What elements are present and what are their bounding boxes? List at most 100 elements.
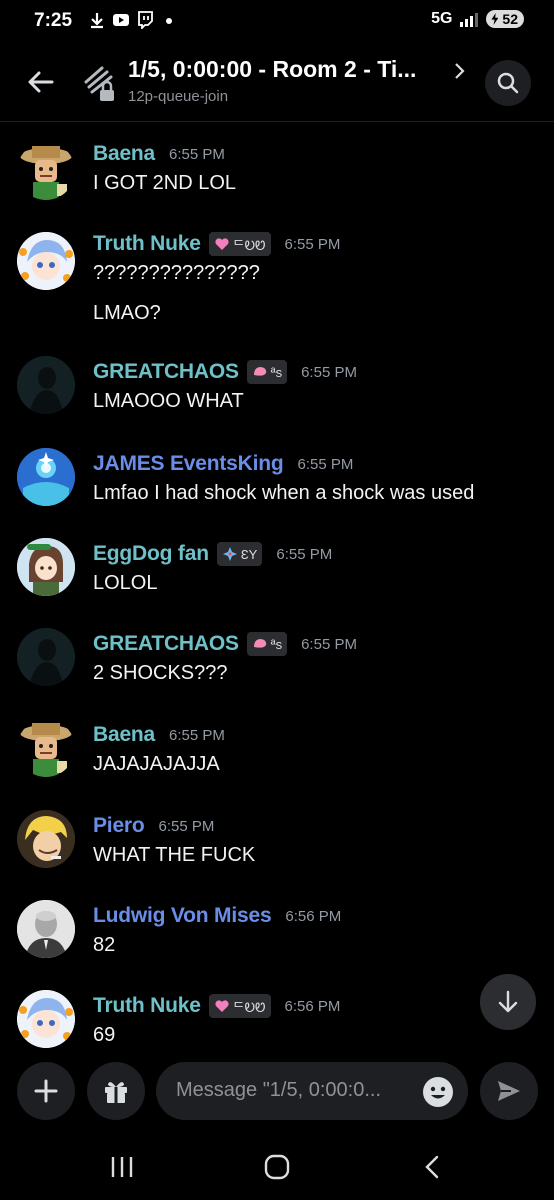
timestamp: 6:55 PM — [301, 635, 357, 653]
server-tag-label: ªs — [270, 364, 283, 380]
message-item[interactable]: Baena 6:55 PM JAJAJAJAJJA — [0, 719, 554, 795]
avatar[interactable] — [17, 810, 75, 868]
server-tag-label: ªs — [270, 636, 283, 652]
avatar[interactable] — [17, 448, 75, 506]
message-item[interactable]: JAMES EventsKing 6:55 PM Lmfao I had sho… — [0, 448, 554, 524]
message-text: LOLOL — [93, 572, 158, 594]
username[interactable]: Truth Nuke — [93, 232, 201, 256]
username[interactable]: Truth Nuke — [93, 994, 201, 1018]
username[interactable]: GREATCHAOS — [93, 360, 239, 384]
youtube-icon — [113, 14, 129, 26]
recents-icon — [111, 1157, 133, 1177]
message-input-placeholder: Message "1/5, 0:00:0... — [176, 1079, 381, 1101]
message-header: Baena 6:55 PM — [93, 721, 225, 749]
status-time: 7:25 — [34, 10, 73, 31]
username[interactable]: Baena — [93, 142, 155, 166]
jump-to-bottom-button[interactable] — [480, 974, 536, 1030]
message-header: Baena 6:55 PM — [93, 140, 225, 168]
anime-blonde-avatar-icon — [17, 810, 75, 868]
timestamp: 6:55 PM — [276, 545, 333, 563]
emoji-icon[interactable] — [422, 1076, 454, 1108]
status-bar: 7:25 5G 52 — [0, 0, 554, 44]
anime-girl-avatar-icon — [17, 538, 75, 596]
message-item[interactable]: GREATCHAOS ªs 6:55 PM 2 SHOCKS??? — [0, 628, 554, 704]
anime-dragonball-avatar-icon — [17, 990, 75, 1048]
username[interactable]: JAMES EventsKing — [93, 452, 284, 476]
username[interactable]: Ludwig Von Mises — [93, 904, 272, 928]
notification-icons — [88, 11, 178, 29]
message-header: Ludwig Von Mises 6:56 PM — [93, 902, 341, 930]
message-item[interactable]: Truth Nuke ᄃᎧᏬ 6:56 PM 69 — [0, 990, 554, 1050]
message-item[interactable]: Piero 6:55 PM WHAT THE FUCK — [0, 810, 554, 886]
message-item[interactable]: EggDog fan ƐY 6:55 PM LOLOL — [0, 538, 554, 614]
gift-button[interactable] — [87, 1062, 145, 1120]
twitch-icon — [138, 11, 153, 29]
arrow-down-icon — [498, 990, 518, 1013]
message-text: I GOT 2ND LOL — [93, 172, 237, 194]
message-text: 82 — [93, 934, 116, 956]
dark-silhouette-avatar-icon — [17, 356, 75, 414]
timestamp: 6:56 PM — [285, 907, 342, 925]
server-tag[interactable]: ªs — [246, 360, 288, 384]
timestamp: 6:55 PM — [301, 363, 357, 381]
search-button[interactable] — [485, 60, 531, 106]
message-header: GREATCHAOS ªs 6:55 PM — [93, 358, 357, 386]
avatar[interactable] — [17, 990, 75, 1048]
recent-apps-button[interactable] — [102, 1152, 142, 1182]
add-attachment-button[interactable] — [17, 1062, 75, 1120]
timestamp: 6:55 PM — [169, 726, 225, 744]
message-header: Piero 6:55 PM — [93, 812, 214, 840]
dot-icon — [166, 18, 172, 24]
home-button[interactable] — [257, 1152, 297, 1182]
message-item[interactable]: Truth Nuke ᄃᎧᏬ 6:55 PM ??????????????? L… — [0, 230, 554, 330]
pink-heart-icon — [215, 238, 229, 250]
back-arrow-icon[interactable] — [20, 62, 60, 102]
message-item[interactable]: Baena 6:55 PM I GOT 2ND LOL — [0, 140, 554, 214]
dark-silhouette-avatar-icon — [17, 628, 75, 686]
username[interactable]: Baena — [93, 723, 155, 747]
message-item[interactable]: GREATCHAOS ªs 6:55 PM LMAOOO WHAT — [0, 356, 554, 432]
pink-shell-icon — [253, 367, 266, 376]
download-icon — [91, 13, 103, 29]
channel-subtitle[interactable]: 12p-queue-join — [128, 88, 228, 105]
message-list[interactable]: Baena 6:55 PM I GOT 2ND LOL Truth Nuke ᄃ… — [0, 122, 554, 1050]
home-icon — [264, 1154, 290, 1180]
network-label: 5G — [431, 10, 453, 27]
old-man-photo-avatar-icon — [17, 900, 75, 958]
send-button[interactable] — [480, 1062, 538, 1120]
avatar[interactable] — [17, 538, 75, 596]
avatar[interactable] — [17, 232, 75, 290]
message-composer: Message "1/5, 0:00:0... — [0, 1050, 554, 1134]
channel-title[interactable]: 1/5, 0:00:00 - Room 2 - Ti... — [128, 56, 416, 83]
message-header: Truth Nuke ᄃᎧᏬ 6:56 PM — [93, 992, 340, 1020]
avatar[interactable] — [17, 142, 75, 200]
server-tag[interactable]: ªs — [246, 632, 288, 656]
username[interactable]: GREATCHAOS — [93, 632, 239, 656]
avatar[interactable] — [17, 900, 75, 958]
server-tag[interactable]: ᄃᎧᏬ — [208, 994, 271, 1018]
timestamp: 6:55 PM — [158, 817, 215, 835]
status-right: 5G 52 — [431, 10, 524, 28]
avatar[interactable] — [17, 356, 75, 414]
username[interactable]: EggDog fan — [93, 542, 209, 566]
chevron-right-icon[interactable] — [452, 60, 468, 82]
system-back-button[interactable] — [412, 1152, 452, 1182]
message-header: Truth Nuke ᄃᎧᏬ 6:55 PM — [93, 230, 340, 258]
message-header: GREATCHAOS ªs 6:55 PM — [93, 630, 357, 658]
blue-sparkle-avatar-icon — [17, 448, 75, 506]
anime-dragonball-avatar-icon — [17, 232, 75, 290]
message-input[interactable]: Message "1/5, 0:00:0... — [156, 1062, 468, 1120]
message-text: 2 SHOCKS??? — [93, 662, 228, 684]
message-text: LMAOOO WHAT — [93, 390, 244, 412]
signal-icon — [460, 13, 479, 27]
message-item[interactable]: Ludwig Von Mises 6:56 PM 82 — [0, 900, 554, 976]
username[interactable]: Piero — [93, 814, 145, 838]
timestamp: 6:55 PM — [284, 235, 341, 253]
battery-indicator: 52 — [486, 10, 524, 28]
search-icon — [497, 72, 519, 94]
avatar[interactable] — [17, 628, 75, 686]
message-text: LMAO? — [93, 302, 161, 324]
server-tag[interactable]: ƐY — [216, 542, 263, 566]
server-tag[interactable]: ᄃᎧᏬ — [208, 232, 271, 256]
avatar[interactable] — [17, 719, 75, 777]
